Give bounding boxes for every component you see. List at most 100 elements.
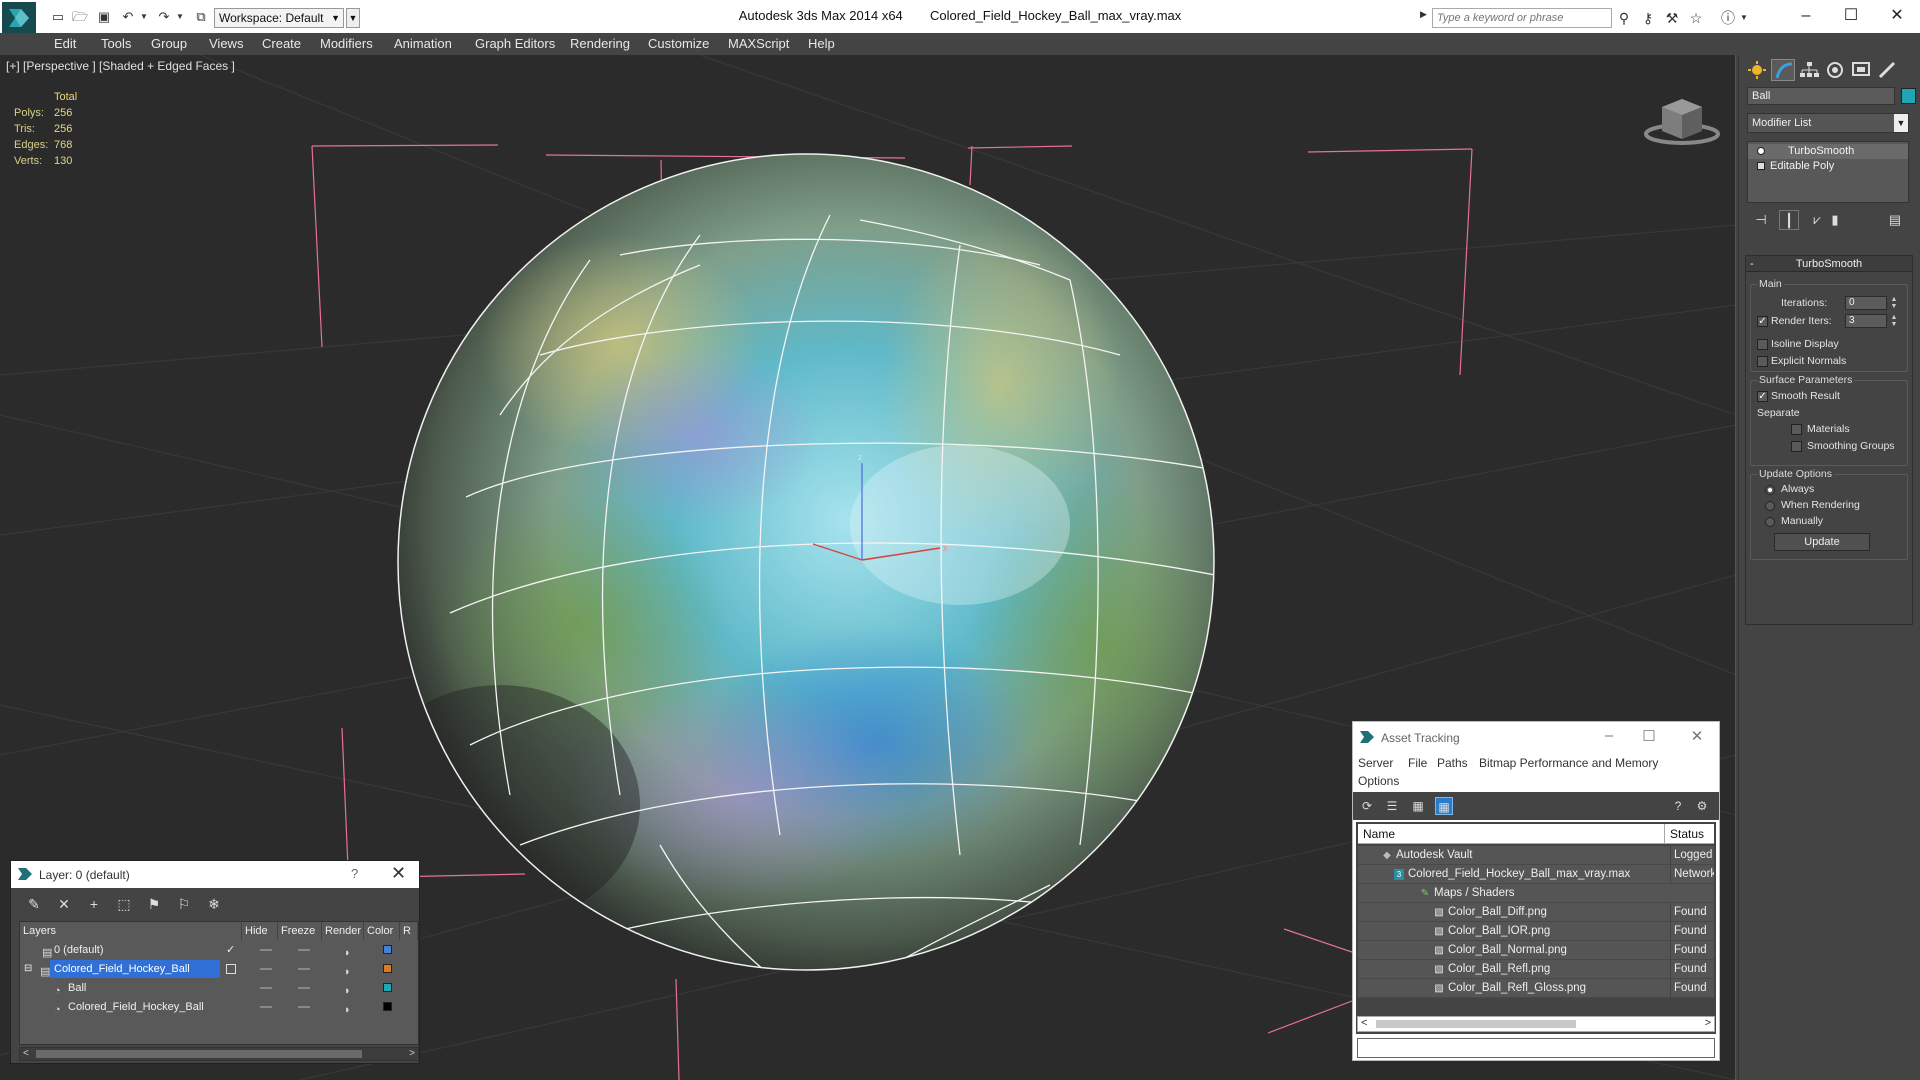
help-icon[interactable]: ? xyxy=(1669,797,1687,815)
hide-toggle[interactable] xyxy=(260,968,272,970)
redo-icon[interactable]: ↷ xyxy=(156,9,172,25)
layer-color-swatch[interactable] xyxy=(383,964,392,973)
freeze-toggle[interactable] xyxy=(298,1006,310,1008)
smoothing-groups-checkbox[interactable] xyxy=(1791,441,1802,452)
layer-color-swatch[interactable] xyxy=(383,983,392,992)
display-tab-icon[interactable] xyxy=(1849,59,1873,81)
object-color-swatch[interactable] xyxy=(1901,88,1916,104)
maximize-icon[interactable]: ☐ xyxy=(1841,6,1861,26)
asset-row[interactable]: ▧ Color_Ball_Diff.png Found xyxy=(1358,903,1714,922)
menu-server[interactable]: Server xyxy=(1358,756,1393,770)
undo-dropdown-icon[interactable]: ▼ xyxy=(136,9,152,25)
explicit-normals-checkbox[interactable] xyxy=(1757,356,1768,367)
menu-create[interactable]: Create xyxy=(262,36,301,51)
materials-checkbox[interactable] xyxy=(1791,424,1802,435)
menu-tools[interactable]: Tools xyxy=(101,36,131,51)
undo-icon[interactable]: ↶ xyxy=(120,9,136,25)
menu-views[interactable]: Views xyxy=(209,36,243,51)
minimize-icon[interactable]: – xyxy=(1796,6,1816,26)
column-header-layers[interactable]: Layers xyxy=(20,922,242,940)
create-layer-icon[interactable]: ✎ xyxy=(25,895,43,913)
iterations-spinner[interactable]: 0 xyxy=(1845,296,1887,310)
help-dropdown-icon[interactable]: ▼ xyxy=(1736,10,1752,26)
exchange-icon[interactable]: ⚒ xyxy=(1664,10,1680,26)
update-manually-radio[interactable] xyxy=(1765,517,1775,527)
horizontal-scrollbar[interactable]: < > xyxy=(19,1047,419,1061)
viewport-label-menu[interactable]: [+] [Perspective ] [Shaded + Edged Faces… xyxy=(6,59,235,73)
collapse-icon[interactable]: ⊟ xyxy=(24,960,32,978)
spinner-arrows-icon[interactable]: ▲ ▼ xyxy=(1889,314,1899,328)
refresh-icon[interactable]: ⟳ xyxy=(1358,797,1376,815)
scroll-thumb[interactable] xyxy=(36,1050,362,1058)
close-icon[interactable]: ✕ xyxy=(1887,6,1907,26)
scroll-thumb[interactable] xyxy=(1376,1020,1576,1028)
update-when-rendering-radio[interactable] xyxy=(1765,501,1775,511)
freeze-toggle[interactable] xyxy=(298,987,310,989)
modify-tab-icon[interactable] xyxy=(1771,59,1795,81)
search-expand-icon[interactable]: ▶ xyxy=(1420,9,1427,20)
freeze-toggle[interactable] xyxy=(298,949,310,951)
table-view-icon[interactable]: ▦ xyxy=(1409,797,1427,815)
layer-window-titlebar[interactable]: Layer: 0 (default) ? ✕ xyxy=(11,861,419,888)
menu-maxscript[interactable]: MAXScript xyxy=(728,36,789,51)
asset-row[interactable]: 3 Colored_Field_Hockey_Ball_max_vray.max… xyxy=(1358,865,1714,884)
column-header-freeze[interactable]: Freeze xyxy=(278,922,322,940)
help-icon[interactable]: ? xyxy=(351,866,358,881)
column-header-r[interactable]: R xyxy=(400,922,418,940)
layer-row[interactable]: ◔ Colored_Field_Hockey_Ball ◗ xyxy=(20,998,418,1016)
update-button[interactable]: Update xyxy=(1774,533,1870,551)
scroll-left-icon[interactable]: < xyxy=(23,1048,29,1059)
delete-layer-icon[interactable]: ✕ xyxy=(55,895,73,913)
menu-bitmap-performance[interactable]: Bitmap Performance and Memory xyxy=(1479,756,1658,770)
freeze-all-icon[interactable]: ❄ xyxy=(205,895,223,913)
horizontal-scrollbar[interactable]: < > xyxy=(1357,1016,1715,1032)
help-search-input[interactable] xyxy=(1432,8,1612,28)
hide-all-icon[interactable]: ⚐ xyxy=(175,895,193,913)
layer-row[interactable]: ⊟ ▤ Colored_Field_Hockey_Ball ◗ xyxy=(20,960,418,978)
workspace-menu-button[interactable]: ▼ xyxy=(346,8,360,28)
lightbulb-icon[interactable] xyxy=(1757,147,1765,155)
viewcube-icon[interactable] xyxy=(1640,89,1720,149)
render-iters-checkbox[interactable]: ✓ xyxy=(1757,316,1768,327)
menu-file[interactable]: File xyxy=(1408,756,1427,770)
close-icon[interactable]: ✕ xyxy=(1687,727,1707,745)
layer-row[interactable]: ▤ 0 (default) ✓ ◗ xyxy=(20,941,418,959)
menu-rendering[interactable]: Rendering xyxy=(570,36,630,51)
star-icon[interactable]: ☆ xyxy=(1688,10,1704,26)
hide-toggle[interactable] xyxy=(260,987,272,989)
menu-paths[interactable]: Paths xyxy=(1437,756,1468,770)
redo-dropdown-icon[interactable]: ▼ xyxy=(172,9,188,25)
asset-row[interactable]: ▧ Color_Ball_IOR.png Found xyxy=(1358,922,1714,941)
spinner-arrows-icon[interactable]: ▲ ▼ xyxy=(1889,296,1899,310)
save-file-icon[interactable]: ▣ xyxy=(96,9,112,25)
layer-color-swatch[interactable] xyxy=(383,1002,392,1011)
render-iters-spinner[interactable]: 3 xyxy=(1845,314,1887,328)
stack-item-editable-poly[interactable]: Editable Poly xyxy=(1748,159,1908,174)
rollout-header[interactable]: - TurboSmooth xyxy=(1746,256,1912,272)
isoline-display-checkbox[interactable] xyxy=(1757,339,1768,350)
scroll-left-icon[interactable]: < xyxy=(1361,1017,1367,1029)
open-file-icon[interactable]: 🗁 xyxy=(72,9,88,25)
motion-tab-icon[interactable] xyxy=(1823,59,1847,81)
column-header-hide[interactable]: Hide xyxy=(242,922,278,940)
layer-color-swatch[interactable] xyxy=(383,945,392,954)
menu-options[interactable]: Options xyxy=(1358,774,1399,788)
help-icon[interactable]: ⓘ xyxy=(1720,10,1736,26)
app-menu-button[interactable] xyxy=(2,2,36,36)
add-to-layer-icon[interactable]: + xyxy=(85,895,103,913)
menu-modifiers[interactable]: Modifiers xyxy=(320,36,373,51)
asset-row[interactable]: ▧ Color_Ball_Refl.png Found xyxy=(1358,960,1714,979)
menu-animation[interactable]: Animation xyxy=(394,36,452,51)
active-layer-check-icon[interactable]: ✓ xyxy=(226,941,235,959)
column-header-color[interactable]: Color xyxy=(364,922,400,940)
minimize-icon[interactable]: – xyxy=(1599,727,1619,744)
scroll-right-icon[interactable]: > xyxy=(409,1048,415,1059)
hockey-ball-mesh[interactable] xyxy=(360,153,1262,1010)
create-tab-icon[interactable] xyxy=(1745,59,1769,81)
grid-view-icon[interactable]: ▦ xyxy=(1435,797,1453,815)
list-view-icon[interactable]: ☰ xyxy=(1383,797,1401,815)
binoculars-icon[interactable]: ⚲ xyxy=(1616,10,1632,26)
settings-icon[interactable]: ⚙ xyxy=(1693,797,1711,815)
layer-row[interactable]: ◔ Ball ◗ xyxy=(20,979,418,997)
expand-icon[interactable] xyxy=(1757,162,1765,170)
